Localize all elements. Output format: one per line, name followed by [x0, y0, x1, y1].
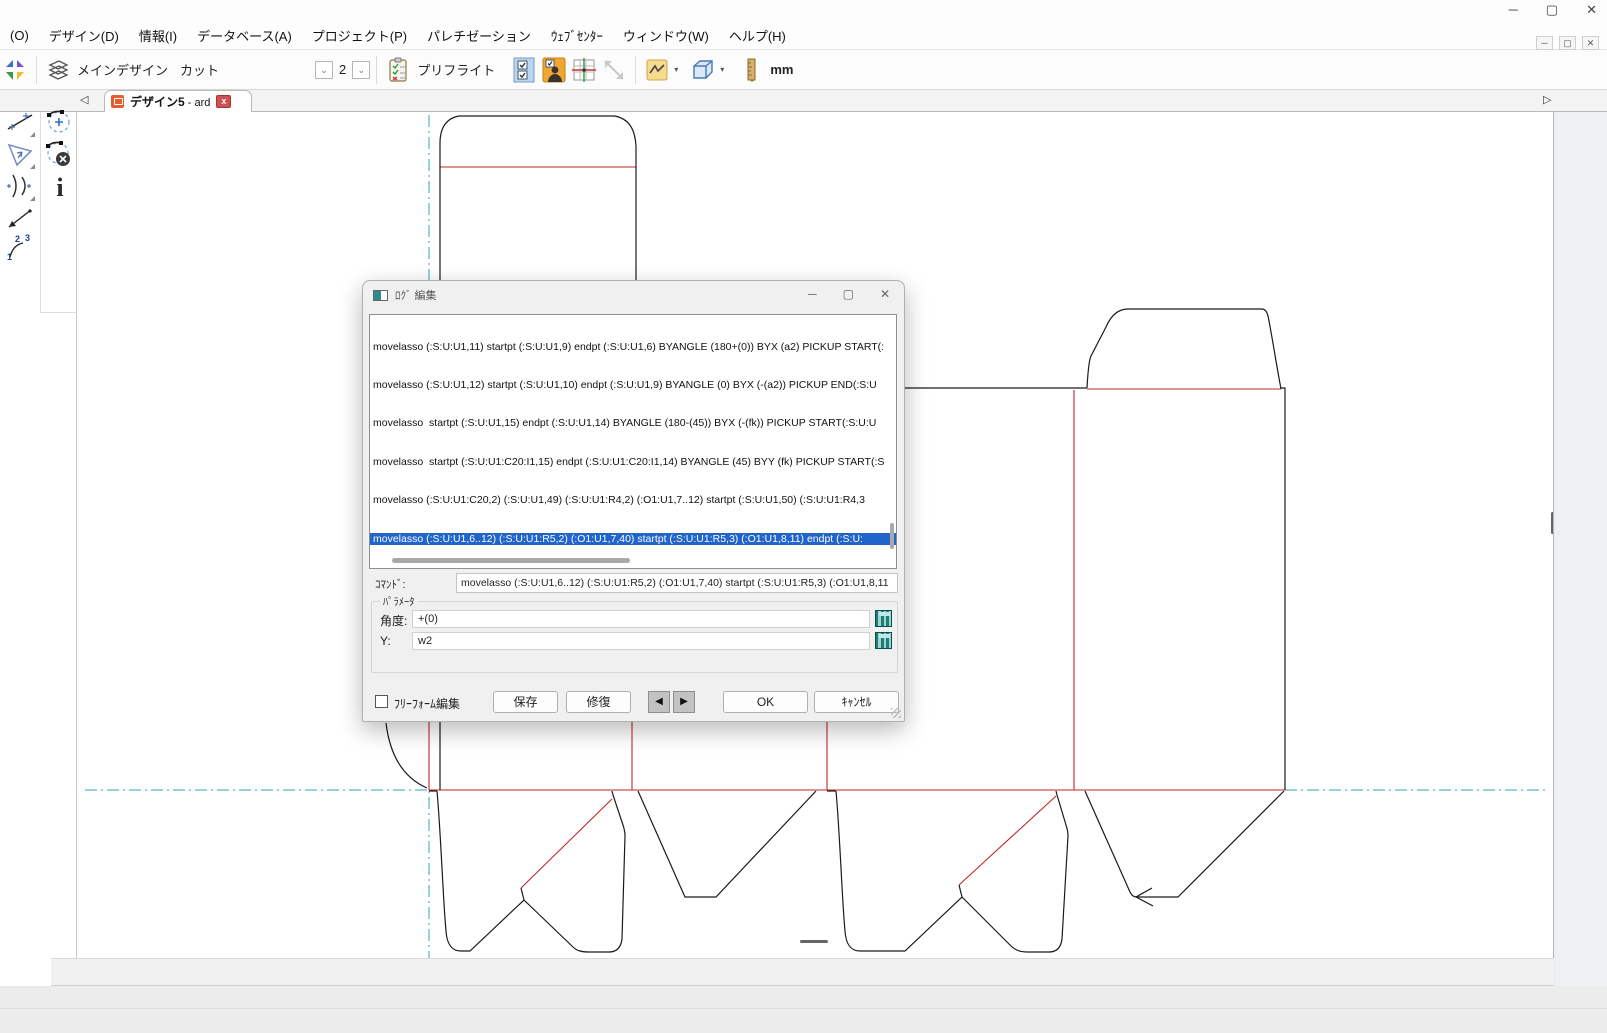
panel-shape-blue-icon[interactable] — [688, 55, 718, 85]
layers-icon[interactable] — [43, 55, 73, 85]
zoom-level-value: 2 — [339, 62, 346, 77]
info-tool[interactable]: i — [44, 172, 76, 204]
svg-text:3: 3 — [25, 233, 30, 243]
ok-button[interactable]: OK — [723, 691, 808, 713]
log-row[interactable]: movelasso startpt (:S:U:U1,15) endpt (:S… — [370, 417, 896, 430]
main-toolbar: メインデザイン カット ⌄ 2 ⌄ プリフライト — [0, 50, 1607, 90]
menu-item-view[interactable]: (O) — [0, 24, 39, 47]
menu-item-help[interactable]: ヘルプ(H) — [719, 22, 796, 49]
window-minimize-button[interactable]: ─ — [1509, 2, 1518, 18]
parameters-group: ﾊﾟﾗﾒｰﾀ 角度: +(0) Y: w2 — [371, 601, 898, 673]
arc-tool[interactable] — [4, 170, 36, 202]
command-field[interactable]: movelasso (:S:U:U1,6..12) (:S:U:U1:R5,2)… — [456, 573, 898, 593]
profile-tool-yellow-icon[interactable] — [642, 55, 672, 85]
app-titlebar: ─ ▢ ✕ — [0, 0, 1607, 22]
ruler-units-icon[interactable] — [736, 55, 766, 85]
freeform-edit-label: ﾌﾘｰﾌｫｰﾑ編集 — [394, 695, 460, 712]
user-check-orange-icon[interactable] — [539, 55, 569, 85]
dialog-minimize-button[interactable]: ─ — [808, 287, 817, 301]
drawing-tool-panel: i 123 — [0, 112, 77, 1006]
status-bar — [0, 986, 1607, 1033]
menu-item-database[interactable]: データベース(A) — [187, 22, 302, 49]
menu-item-info[interactable]: 情報(I) — [129, 22, 187, 49]
vertical-splitter-handle[interactable] — [1551, 512, 1554, 534]
menu-item-palletization[interactable]: パレチゼーション — [417, 22, 541, 49]
rebuild-arrows-icon[interactable] — [0, 55, 30, 85]
repair-button[interactable]: 修復 — [566, 691, 631, 713]
toolbar-separator — [635, 56, 636, 84]
horizontal-splitter-handle[interactable] — [800, 940, 828, 943]
log-edit-dialog: ﾛｸﾞ 編集 ─ ▢ ✕ movelasso (:S:U:U1,11) star… — [362, 280, 905, 722]
log-row-selected[interactable]: movelasso (:S:U:U1,6..12) (:S:U:U1:R5,2)… — [370, 533, 896, 546]
cut-layer-label[interactable]: カット — [180, 60, 219, 79]
dialog-close-button[interactable]: ✕ — [880, 287, 890, 301]
horizontal-scrollbar-thumb[interactable] — [392, 558, 630, 563]
y-field[interactable]: w2 — [412, 632, 870, 650]
menu-item-webcenter[interactable]: ｳｪﾌﾞｾﾝﾀｰ — [541, 22, 613, 49]
menu-item-project[interactable]: プロジェクト(P) — [302, 22, 417, 49]
log-row[interactable]: movelasso (:S:U:U1,11) startpt (:S:U:U1,… — [370, 341, 896, 354]
tab-scroll-right-icon[interactable]: ▷ — [1543, 93, 1551, 106]
prev-command-button[interactable]: ◀ — [648, 691, 670, 713]
toolbar-separator — [36, 56, 37, 84]
units-label: mm — [770, 62, 793, 77]
toolbar-separator — [376, 56, 377, 84]
calculator-icon[interactable] — [875, 632, 892, 649]
document-tab-design5[interactable]: デザイン5 - ard x — [104, 90, 252, 112]
canvas-lower-strip — [51, 958, 1554, 986]
main-design-label[interactable]: メインデザイン — [77, 60, 168, 79]
measure-line-tool[interactable] — [4, 202, 36, 234]
window-restore-button[interactable]: ▢ — [1546, 2, 1558, 18]
menu-item-window[interactable]: ウィンドウ(W) — [613, 22, 719, 49]
tab-scroll-left-icon[interactable]: ◁ — [80, 93, 88, 106]
cancel-button[interactable]: ｷｬﾝｾﾙ — [814, 691, 899, 713]
preflight-clipboard-icon[interactable] — [383, 55, 413, 85]
mdi-minimize-button[interactable]: ─ — [1536, 36, 1553, 50]
parameters-group-label: ﾊﾟﾗﾒｰﾀ — [380, 594, 418, 609]
checklist-blue-icon[interactable] — [509, 55, 539, 85]
tab-close-button[interactable]: x — [216, 95, 231, 108]
diagonal-arrows-disabled-icon — [599, 55, 629, 85]
numbered-sequence-tool[interactable]: 123 — [4, 232, 36, 264]
preflight-label[interactable]: プリフライト — [417, 60, 495, 79]
freeform-edit-checkbox[interactable] — [375, 695, 388, 708]
document-tabbar: ◁ デザイン5 - ard x ▷ — [0, 90, 1607, 112]
log-row[interactable]: movelasso (:S:U:U1,12) startpt (:S:U:U1,… — [370, 379, 896, 392]
layer-dropdown[interactable]: ⌄ — [315, 61, 333, 79]
panel-shape-dropdown-arrow[interactable]: ▾ — [720, 65, 724, 74]
vertical-scrollbar-thumb[interactable] — [890, 523, 894, 549]
angle-field[interactable]: +(0) — [412, 610, 870, 628]
shape-arrow-tool[interactable] — [4, 138, 36, 170]
log-row[interactable]: movelasso (:S:U:U1:C20,2) (:S:U:U1,49) (… — [370, 494, 896, 507]
dialog-icon — [373, 290, 388, 301]
save-button[interactable]: 保存 — [493, 691, 558, 713]
dialog-maximize-button[interactable]: ▢ — [843, 287, 854, 301]
dialog-title: ﾛｸﾞ 編集 — [395, 287, 437, 303]
next-command-button[interactable]: ▶ — [673, 691, 695, 713]
angle-label: 角度: — [380, 612, 407, 629]
mdi-close-button[interactable]: ✕ — [1582, 36, 1599, 50]
command-label: ｺﾏﾝﾄﾞ: — [375, 576, 406, 592]
line-angle-tool[interactable] — [4, 106, 36, 138]
log-command-list[interactable]: movelasso (:S:U:U1,11) startpt (:S:U:U1,… — [369, 314, 897, 569]
grid-table-icon[interactable] — [569, 55, 599, 85]
log-row[interactable]: movelasso startpt (:S:U:U1:C20:I1,15) en… — [370, 456, 896, 469]
y-label: Y: — [380, 634, 391, 648]
svg-text:2: 2 — [15, 234, 20, 244]
mdi-window-controls: ─ ▢ ✕ — [1536, 36, 1599, 50]
tab-title: デザイン5 - ard — [130, 93, 210, 110]
lasso-select-add-tool[interactable] — [42, 106, 74, 138]
document-icon — [111, 95, 124, 108]
right-margin — [1555, 112, 1607, 986]
mdi-restore-button[interactable]: ▢ — [1559, 36, 1576, 50]
menu-bar: (O) デザイン(D) 情報(I) データベース(A) プロジェクト(P) パレ… — [0, 22, 1607, 50]
menu-item-design[interactable]: デザイン(D) — [39, 22, 129, 49]
svg-text:1: 1 — [7, 252, 12, 262]
profile-tool-dropdown-arrow[interactable]: ▾ — [674, 65, 678, 74]
dialog-resize-grip[interactable] — [891, 708, 901, 718]
level-dropdown[interactable]: ⌄ — [352, 61, 370, 79]
window-close-button[interactable]: ✕ — [1586, 2, 1597, 18]
lasso-deselect-tool[interactable] — [42, 138, 74, 170]
calculator-icon[interactable] — [875, 610, 892, 627]
